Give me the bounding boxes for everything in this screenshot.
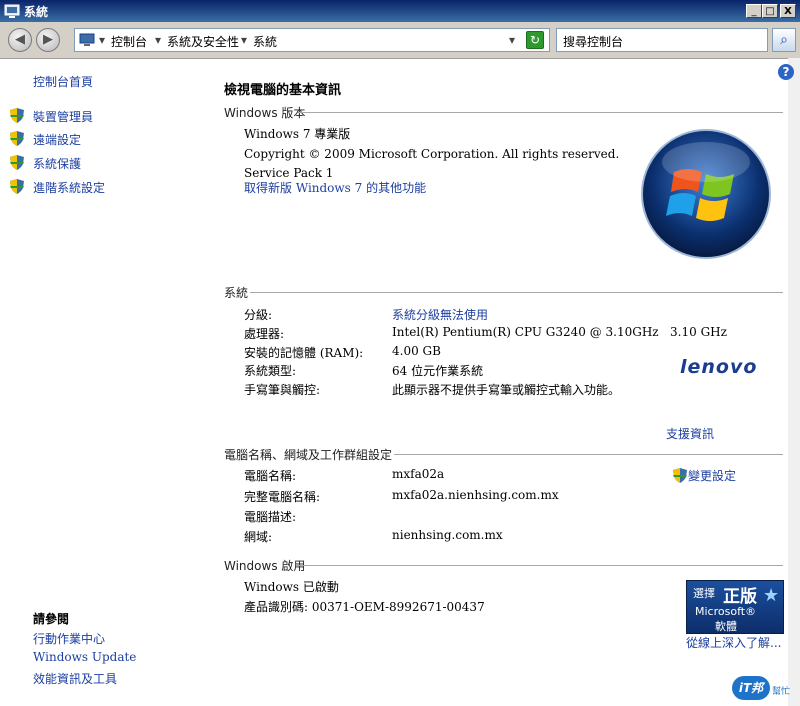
pen-touch-label: 手寫筆與觸控: <box>244 383 321 397</box>
window-title: 系統 <box>24 5 49 19</box>
genuine-text: Microsoft® <box>695 605 757 618</box>
section-divider <box>298 112 783 113</box>
system-type-label: 系統類型: <box>244 364 297 378</box>
lenovo-logo: lenovo <box>680 356 758 378</box>
system-type-value: 64 位元作業系統 <box>392 364 484 378</box>
close-button[interactable]: X <box>780 4 796 18</box>
rating-value-link[interactable]: 系統分級無法使用 <box>392 306 488 323</box>
uac-shield-icon <box>10 131 24 146</box>
chevron-down-icon[interactable]: ▾ <box>99 33 105 47</box>
copyright-text: Copyright © 2009 Microsoft Corporation. … <box>244 147 620 161</box>
sidebar-home-link[interactable]: 控制台首頁 <box>33 73 93 90</box>
watermark-subtext: 幫忙 <box>772 687 791 697</box>
genuine-text: 軟體 <box>715 620 737 633</box>
address-box[interactable]: ▾ 控制台 ▾ 系統及安全性 ▾ 系統 ▾ <box>74 28 550 52</box>
genuine-text: 正版 <box>723 587 757 607</box>
section-divider <box>394 454 783 455</box>
system-window-icon <box>4 4 20 18</box>
title-bar: 系統 _ □ X <box>0 0 800 22</box>
ram-label: 安裝的記憶體 (RAM): <box>244 346 364 360</box>
search-placeholder: 搜尋控制台 <box>563 35 624 49</box>
search-input[interactable]: 搜尋控制台 <box>556 28 768 52</box>
sidebar-item-remote-settings[interactable]: 遠端設定 <box>33 131 81 148</box>
section-system: 系統 <box>224 286 249 300</box>
maximize-button[interactable]: □ <box>762 4 778 18</box>
computer-description-label: 電腦描述: <box>244 510 297 524</box>
back-button[interactable]: ◀ <box>8 28 32 52</box>
chevron-down-icon[interactable]: ▾ <box>155 33 161 47</box>
uac-shield-icon <box>10 179 24 194</box>
processor-label: 處理器: <box>244 327 285 341</box>
sidebar-item-device-manager[interactable]: 裝置管理員 <box>33 108 93 125</box>
see-also-title: 請參閱 <box>33 612 70 626</box>
processor-value: Intel(R) Pentium(R) CPU G3240 @ 3.10GHz … <box>392 325 727 339</box>
uac-shield-icon <box>10 155 24 170</box>
section-windows-edition: Windows 版本 <box>224 106 306 120</box>
help-icon[interactable]: ? <box>778 64 794 80</box>
pen-touch-value: 此顯示器不提供手寫筆或觸控式輸入功能。 <box>392 383 621 397</box>
domain-label: 網域: <box>244 530 273 544</box>
windows-logo-icon <box>641 129 771 259</box>
learn-more-link[interactable]: 從線上深入了解... <box>686 634 781 651</box>
computer-name-label: 電腦名稱: <box>244 469 297 483</box>
section-divider <box>250 292 783 293</box>
scrollbar[interactable] <box>788 58 800 706</box>
chevron-down-icon[interactable]: ▾ <box>241 33 247 47</box>
see-also-windows-update[interactable]: Windows Update <box>33 650 136 664</box>
ithome-watermark-logo: iT邦 <box>732 676 770 700</box>
genuine-text: 選擇 <box>693 587 715 600</box>
breadcrumb-system-security[interactable]: 系統及安全性 <box>167 33 239 50</box>
ram-value: 4.00 GB <box>392 344 441 358</box>
product-id: 產品識別碼: 00371-OEM-8992671-00437 <box>244 600 485 614</box>
minimize-button[interactable]: _ <box>746 4 762 18</box>
support-info-link[interactable]: 支援資訊 <box>666 425 714 442</box>
address-toolbar: ◀ ▶ ▾ 控制台 ▾ 系統及安全性 ▾ 系統 ▾ ↻ 搜尋控制台 ⌕ <box>0 22 800 59</box>
sidebar-item-advanced-settings[interactable]: 進階系統設定 <box>33 179 105 196</box>
breadcrumb-control-panel[interactable]: 控制台 <box>111 33 147 50</box>
change-settings-link[interactable]: 變更設定 <box>688 467 736 484</box>
section-computer-name: 電腦名稱、網域及工作群組設定 <box>224 448 393 462</box>
address-dropdown-icon[interactable]: ▾ <box>509 33 515 47</box>
forward-button[interactable]: ▶ <box>36 28 60 52</box>
full-computer-name-label: 完整電腦名稱: <box>244 490 321 504</box>
windows-edition-name: Windows 7 專業版 <box>244 127 351 141</box>
rating-label: 分級: <box>244 308 273 322</box>
section-activation: Windows 啟用 <box>224 559 306 573</box>
see-also-performance-tools[interactable]: 效能資訊及工具 <box>33 670 117 687</box>
activation-status: Windows 已啟動 <box>244 580 339 594</box>
page-title: 檢視電腦的基本資訊 <box>224 83 342 98</box>
star-icon: ★ <box>763 585 780 606</box>
see-also-action-center[interactable]: 行動作業中心 <box>33 630 105 647</box>
upgrade-windows-link[interactable]: 取得新版 Windows 7 的其他功能 <box>244 179 426 196</box>
breadcrumb-system[interactable]: 系統 <box>253 33 277 50</box>
genuine-microsoft-badge[interactable]: 選擇 正版 Microsoft® 軟體 ★ <box>686 580 784 634</box>
computer-name-value: mxfa02a <box>392 467 445 481</box>
domain-value: nienhsing.com.mx <box>392 528 503 542</box>
uac-shield-icon <box>10 108 24 123</box>
service-pack: Service Pack 1 <box>244 166 334 180</box>
search-icon[interactable]: ⌕ <box>772 28 796 52</box>
section-divider <box>296 565 783 566</box>
control-panel-icon <box>79 33 95 46</box>
full-computer-name-value: mxfa02a.nienhsing.com.mx <box>392 488 559 502</box>
uac-shield-icon <box>673 468 687 483</box>
refresh-button[interactable]: ↻ <box>526 31 544 49</box>
sidebar-item-system-protection[interactable]: 系統保護 <box>33 155 81 172</box>
